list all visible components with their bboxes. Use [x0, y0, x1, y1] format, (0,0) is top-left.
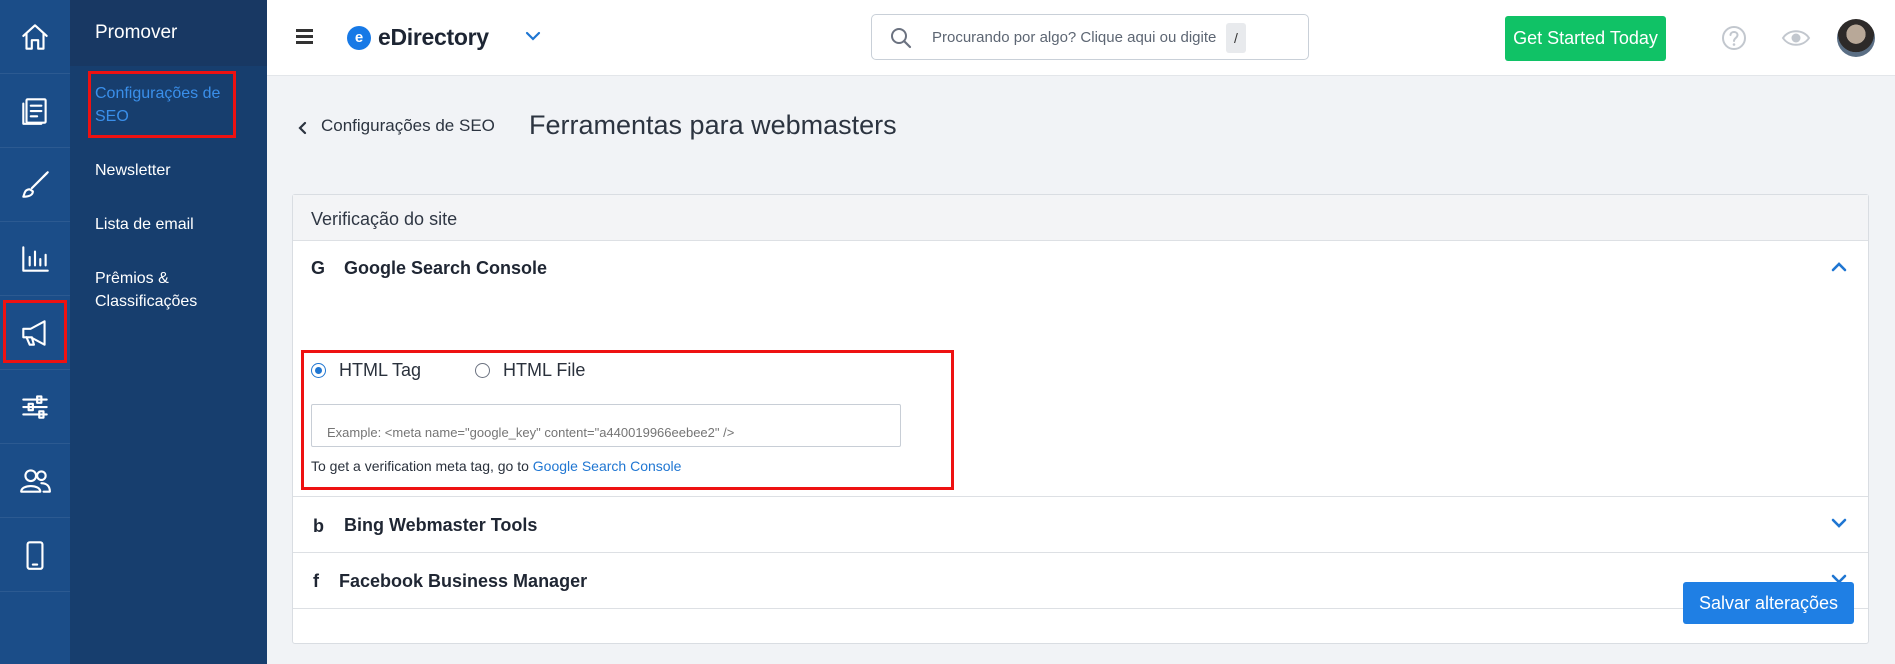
subnav-title: Promover [70, 0, 267, 66]
search-icon [891, 28, 912, 49]
chevron-down-icon[interactable] [1830, 517, 1848, 529]
logo-mark: e [347, 26, 371, 50]
subnav-item-awards[interactable]: Prêmios & Classificações [95, 267, 225, 313]
top-bar: e eDirectory Procurando por algo? Clique… [267, 0, 1895, 76]
card-header: Verificação do site [293, 195, 1868, 241]
logo-text[interactable]: eDirectory [378, 24, 489, 51]
subnav-item-email-list[interactable]: Lista de email [95, 213, 194, 236]
chevron-down-icon[interactable] [525, 30, 541, 42]
chart-icon[interactable] [0, 222, 70, 296]
icon-sidebar [0, 0, 70, 664]
accordion-facebook: f Facebook Business Manager [293, 553, 1868, 609]
facebook-section-title[interactable]: Facebook Business Manager [339, 571, 587, 592]
search-shortcut-key: / [1226, 23, 1246, 53]
subnav-item-newsletter[interactable]: Newsletter [95, 159, 171, 182]
bing-icon: b [313, 516, 324, 536]
page-title: Ferramentas para webmasters [529, 110, 897, 140]
brush-icon[interactable] [0, 148, 70, 222]
search-placeholder: Procurando por algo? Clique aqui ou digi… [932, 29, 1217, 46]
google-icon: G [311, 258, 326, 278]
search-input[interactable]: Procurando por algo? Clique aqui ou digi… [871, 14, 1309, 60]
breadcrumb-back-link[interactable]: Configurações de SEO [321, 116, 495, 136]
highlight-box-promote [3, 300, 67, 363]
mobile-icon[interactable] [0, 518, 70, 592]
home-icon[interactable] [0, 0, 70, 74]
site-verification-card: Verificação do site G Google Search Cons… [292, 194, 1869, 644]
accordion-bing: b Bing Webmaster Tools [293, 497, 1868, 553]
avatar[interactable] [1837, 19, 1875, 57]
facebook-icon: f [313, 571, 319, 591]
highlight-box-seo [88, 71, 236, 138]
menu-icon[interactable] [296, 29, 313, 47]
sub-navigation: Promover Configurações de SEO Newsletter… [70, 0, 267, 664]
eye-icon[interactable] [1781, 27, 1811, 49]
help-icon[interactable] [1721, 25, 1747, 51]
users-icon[interactable] [0, 444, 70, 518]
chevron-up-icon[interactable] [1830, 261, 1848, 273]
google-section-title[interactable]: Google Search Console [344, 258, 547, 279]
get-started-button[interactable]: Get Started Today [1505, 16, 1666, 61]
save-changes-button[interactable]: Salvar alterações [1683, 582, 1854, 624]
sliders-icon[interactable] [0, 370, 70, 444]
chevron-left-icon[interactable] [297, 121, 307, 135]
highlight-box-google [301, 350, 954, 490]
content-icon[interactable] [0, 74, 70, 148]
bing-section-title[interactable]: Bing Webmaster Tools [344, 515, 537, 536]
accordion-google: G Google Search Console HTML Tag HTML Fi… [293, 241, 1868, 497]
